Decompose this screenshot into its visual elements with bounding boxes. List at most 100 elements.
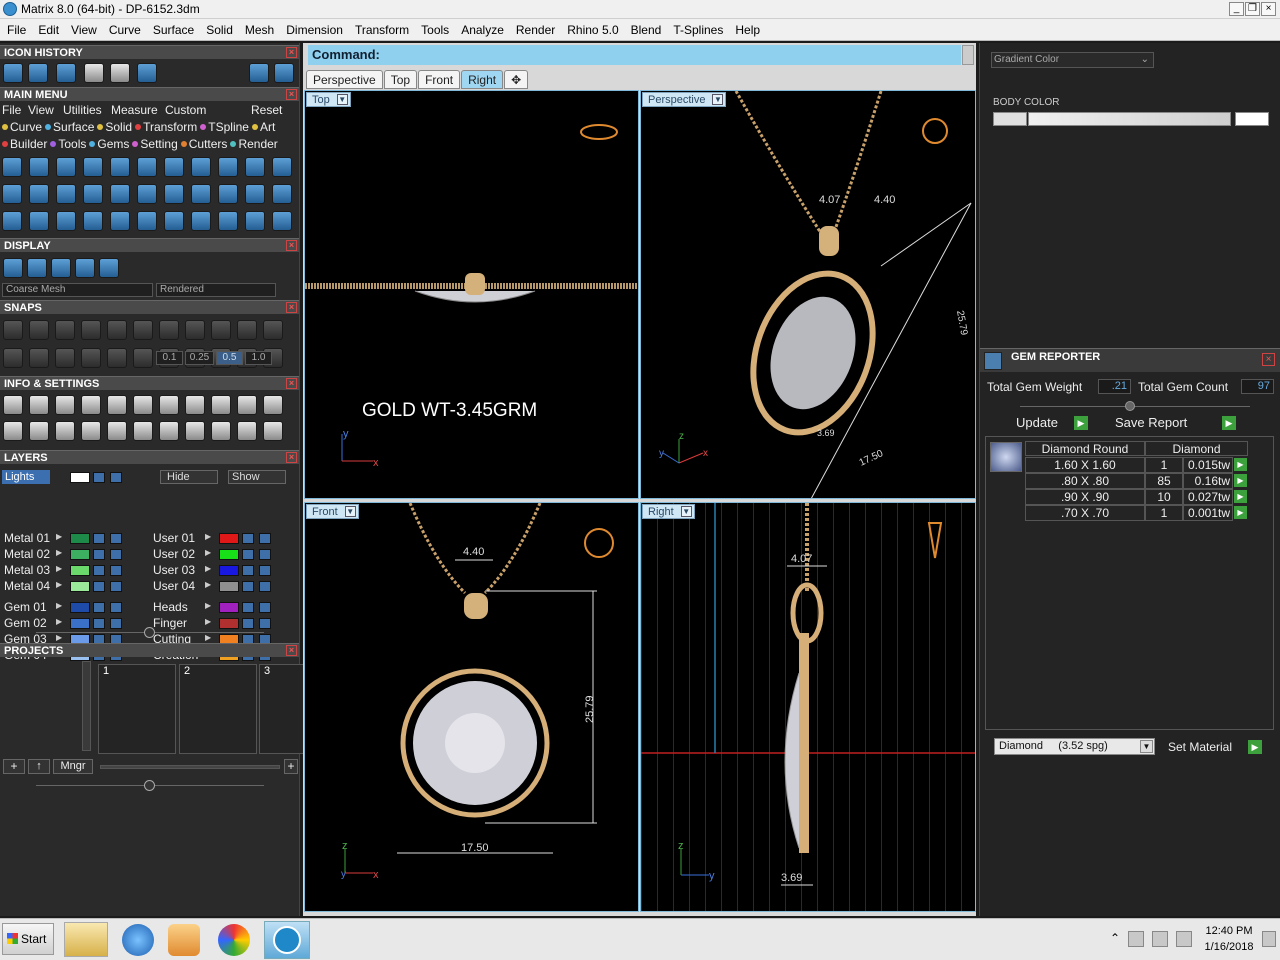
set-material-button[interactable]: Set Material ▶ (1168, 740, 1273, 756)
visibility-icon[interactable] (259, 602, 271, 613)
maximize-button[interactable]: ❐ (1245, 2, 1260, 16)
tool-icon[interactable] (237, 421, 257, 441)
tab-perspective[interactable]: Perspective (306, 70, 383, 89)
material-select[interactable]: Diamond (3.52 spg) ▼ (994, 738, 1155, 755)
start-button[interactable]: Start (2, 923, 54, 955)
tool-icon[interactable] (55, 320, 75, 340)
tab-add[interactable]: ✥ (504, 70, 529, 89)
snap-value[interactable]: 0.1 (156, 351, 183, 365)
tool-icon[interactable] (263, 320, 283, 340)
layer-row[interactable]: User 02 ▶ (153, 547, 293, 562)
clock-time[interactable]: 12:40 PM (1203, 925, 1255, 937)
tool-icon[interactable] (3, 348, 23, 368)
layer-expand-icon[interactable]: ▶ (56, 601, 62, 610)
tool-icon[interactable] (272, 184, 292, 204)
tool-icon[interactable] (29, 395, 49, 415)
menu-mesh[interactable]: Mesh (245, 23, 274, 37)
tool-icon[interactable] (133, 348, 153, 368)
layer-row[interactable]: User 01 ▶ (153, 531, 293, 546)
tool-icon[interactable] (159, 395, 179, 415)
matrix-logo-icon[interactable] (137, 63, 157, 83)
dropdown-icon[interactable]: ▼ (344, 506, 356, 517)
tool-icon[interactable] (81, 421, 101, 441)
tool-icon[interactable] (137, 184, 157, 204)
tool-icon[interactable] (133, 395, 153, 415)
command-line[interactable]: Command: (308, 45, 961, 65)
tool-icon[interactable] (2, 184, 22, 204)
layer-expand-icon[interactable]: ▶ (205, 617, 211, 626)
play-icon[interactable]: ▶ (1234, 506, 1247, 519)
tool-icon[interactable] (137, 211, 157, 231)
layer-expand-icon[interactable]: ▶ (205, 548, 211, 557)
layer-row[interactable]: Gem 01 ▶ (4, 600, 144, 615)
dropdown-icon[interactable]: ▼ (336, 94, 348, 105)
media-player-icon[interactable] (168, 924, 200, 956)
layer-color-swatch[interactable] (70, 533, 90, 544)
lock-icon[interactable] (242, 602, 254, 613)
matrix-taskbar-icon[interactable] (264, 921, 310, 959)
play-icon[interactable]: ▶ (1234, 474, 1247, 487)
snap-value[interactable]: 0.5 (216, 351, 243, 365)
lock-icon[interactable] (242, 618, 254, 629)
tool-icon[interactable] (107, 395, 127, 415)
show-desktop-button[interactable] (1262, 931, 1276, 947)
save-report-button[interactable]: Save Report ▶ (1115, 415, 1243, 431)
tool-icon[interactable] (218, 157, 238, 177)
tool-icon[interactable] (3, 421, 23, 441)
layer-expand-icon[interactable]: ▶ (56, 548, 62, 557)
internet-explorer-icon[interactable] (122, 924, 154, 956)
main-menu-custom[interactable]: Custom (165, 103, 206, 117)
tool-icon[interactable] (56, 211, 76, 231)
menu-tools[interactable]: Tools (421, 23, 449, 37)
lights-color-swatch[interactable] (70, 472, 90, 483)
tool-icon[interactable] (83, 157, 103, 177)
close-icon[interactable]: × (286, 89, 297, 100)
lock-icon[interactable] (93, 472, 105, 483)
projects-hscroll[interactable] (100, 765, 280, 769)
visibility-icon[interactable] (259, 618, 271, 629)
save-icon[interactable] (110, 63, 130, 83)
lock-icon[interactable] (93, 549, 105, 560)
menu-surface[interactable]: Surface (153, 23, 194, 37)
tool-icon[interactable] (137, 157, 157, 177)
close-icon[interactable]: × (286, 47, 297, 58)
tool-icon[interactable] (55, 348, 75, 368)
snap-value[interactable]: 1.0 (245, 351, 272, 365)
layer-row[interactable]: Metal 04 ▶ (4, 579, 144, 594)
tool-icon[interactable] (218, 211, 238, 231)
tool-icon[interactable] (237, 320, 257, 340)
tool-icon[interactable] (83, 184, 103, 204)
layer-expand-icon[interactable]: ▶ (205, 580, 211, 589)
tool-icon[interactable] (211, 421, 231, 441)
main-menu-utilities[interactable]: Utilities (63, 103, 102, 117)
layer-color-swatch[interactable] (70, 565, 90, 576)
viewport-label-perspective[interactable]: Perspective ▼ (642, 92, 727, 107)
lock-icon[interactable] (93, 602, 105, 613)
visibility-icon[interactable] (110, 533, 122, 544)
category-tspline[interactable]: TSpline (199, 120, 249, 134)
tool-icon[interactable] (164, 211, 184, 231)
main-menu-file[interactable]: File (2, 103, 21, 117)
tool-icon[interactable] (164, 184, 184, 204)
close-icon[interactable]: × (286, 645, 297, 656)
menu-tsplines[interactable]: T-Splines (673, 23, 723, 37)
hide-button[interactable]: Hide (160, 470, 218, 484)
layer-expand-icon[interactable]: ▶ (56, 532, 62, 541)
category-gems[interactable]: Gems (88, 137, 129, 151)
layer-expand-icon[interactable]: ▶ (56, 633, 62, 642)
menu-dimension[interactable]: Dimension (286, 23, 343, 37)
tool-icon[interactable] (191, 211, 211, 231)
layer-row[interactable]: User 03 ▶ (153, 563, 293, 578)
tool-icon[interactable] (245, 184, 265, 204)
category-setting[interactable]: Setting (131, 137, 178, 151)
tool-icon[interactable] (110, 184, 130, 204)
category-solid[interactable]: Solid (96, 120, 132, 134)
tool-icon[interactable] (107, 320, 127, 340)
main-menu-measure[interactable]: Measure (111, 103, 158, 117)
tool-icon[interactable] (263, 421, 283, 441)
close-icon[interactable]: × (286, 378, 297, 389)
explorer-icon[interactable] (64, 922, 108, 957)
tray-expand-icon[interactable]: ⌃ (1110, 931, 1120, 945)
category-art[interactable]: Art (251, 120, 275, 134)
menu-curve[interactable]: Curve (109, 23, 141, 37)
